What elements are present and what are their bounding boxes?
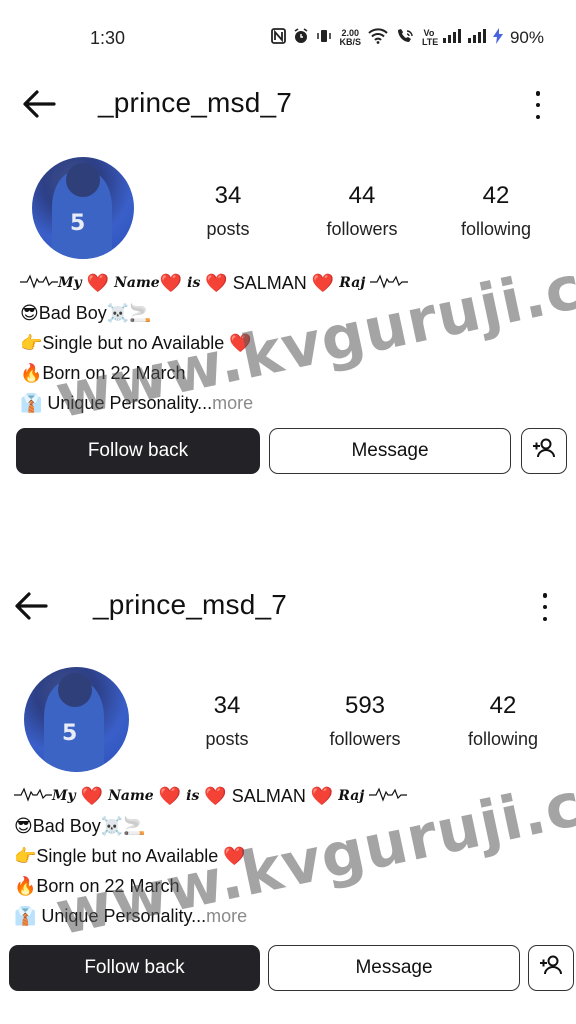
- profile-screenshot-1: _prince_msd_7 5 34 posts 44 followers 42…: [0, 78, 576, 474]
- profile-screenshot-2: _prince_msd_7 5 34 posts 593 followers 4…: [0, 585, 576, 991]
- posts-stat[interactable]: 34 posts: [167, 692, 287, 750]
- alarm-icon: [293, 28, 309, 48]
- wifi-calling-icon: [395, 28, 415, 48]
- suggest-people-button[interactable]: [521, 428, 567, 474]
- more-options-icon[interactable]: [534, 91, 542, 119]
- volte-icon: Vo LTE: [421, 28, 439, 47]
- bio-word-salman: SALMAN: [231, 785, 306, 806]
- heartbeat-icon: [20, 273, 58, 294]
- avatar[interactable]: 5: [24, 667, 129, 772]
- bio-word-my: My: [52, 788, 76, 804]
- followers-count: 44: [348, 182, 376, 209]
- profile-username: _prince_msd_7: [93, 589, 288, 620]
- suggest-people-button[interactable]: [528, 945, 574, 991]
- bio-word-raj: Raj: [338, 788, 365, 804]
- signal-icon-1: [442, 29, 461, 47]
- bio-word-salman: SALMAN: [232, 272, 307, 293]
- status-time: 1:30: [90, 28, 126, 48]
- posts-count: 34: [213, 692, 241, 719]
- profile-header: _prince_msd_7: [0, 83, 576, 128]
- heartbeat-icon: [369, 786, 408, 807]
- more-options-icon[interactable]: [541, 593, 549, 621]
- following-label: following: [460, 219, 532, 239]
- following-stat[interactable]: 42 following: [436, 182, 556, 240]
- network-speed: 2.00 KB/S: [339, 29, 361, 47]
- heartbeat-icon: [14, 786, 52, 807]
- followers-label: followers: [326, 219, 398, 239]
- back-arrow-icon[interactable]: [22, 89, 56, 119]
- wifi-icon: [368, 28, 388, 48]
- status-bar: 1:30 2.00 KB/S Vo LTE 90%: [0, 0, 576, 78]
- followers-label: followers: [329, 729, 401, 749]
- message-button[interactable]: Message: [269, 428, 511, 474]
- signal-icon-2: [467, 29, 486, 47]
- bio-word-is: is: [187, 275, 201, 291]
- profile-username: _prince_msd_7: [98, 87, 293, 118]
- follow-back-button[interactable]: Follow back: [16, 428, 260, 474]
- back-arrow-icon[interactable]: [14, 591, 48, 621]
- posts-label: posts: [206, 219, 250, 239]
- posts-count: 34: [214, 182, 242, 209]
- posts-stat[interactable]: 34 posts: [168, 182, 288, 240]
- avatar-jersey-number: 5: [70, 211, 86, 236]
- add-person-icon: [532, 437, 556, 465]
- posts-label: posts: [205, 729, 249, 749]
- status-icons: 2.00 KB/S Vo LTE 90%: [271, 28, 544, 48]
- avatar-jersey-number: 5: [62, 721, 78, 746]
- following-count: 42: [489, 692, 517, 719]
- following-stat[interactable]: 42 following: [443, 692, 563, 750]
- bio-word-name: Name: [114, 275, 160, 291]
- followers-stat[interactable]: 44 followers: [302, 182, 422, 240]
- follow-back-button[interactable]: Follow back: [9, 945, 260, 991]
- message-button[interactable]: Message: [268, 945, 520, 991]
- bio-word-my: My: [58, 275, 82, 291]
- profile-header: _prince_msd_7: [0, 585, 576, 630]
- vibrate-icon: [316, 28, 332, 48]
- battery-percent: 90%: [509, 28, 544, 47]
- following-label: following: [467, 729, 539, 749]
- bio-word-is: is: [186, 788, 200, 804]
- charging-icon: [492, 28, 503, 48]
- add-person-icon: [539, 954, 563, 982]
- followers-count: 593: [344, 692, 386, 719]
- avatar[interactable]: 5: [32, 157, 134, 259]
- nfc-icon: [271, 28, 287, 48]
- bio-word-raj: Raj: [339, 275, 366, 291]
- bio-word-name: Name: [108, 788, 154, 804]
- network-speed-unit: KB/S: [339, 37, 361, 47]
- followers-stat[interactable]: 593 followers: [305, 692, 425, 750]
- following-count: 42: [482, 182, 510, 209]
